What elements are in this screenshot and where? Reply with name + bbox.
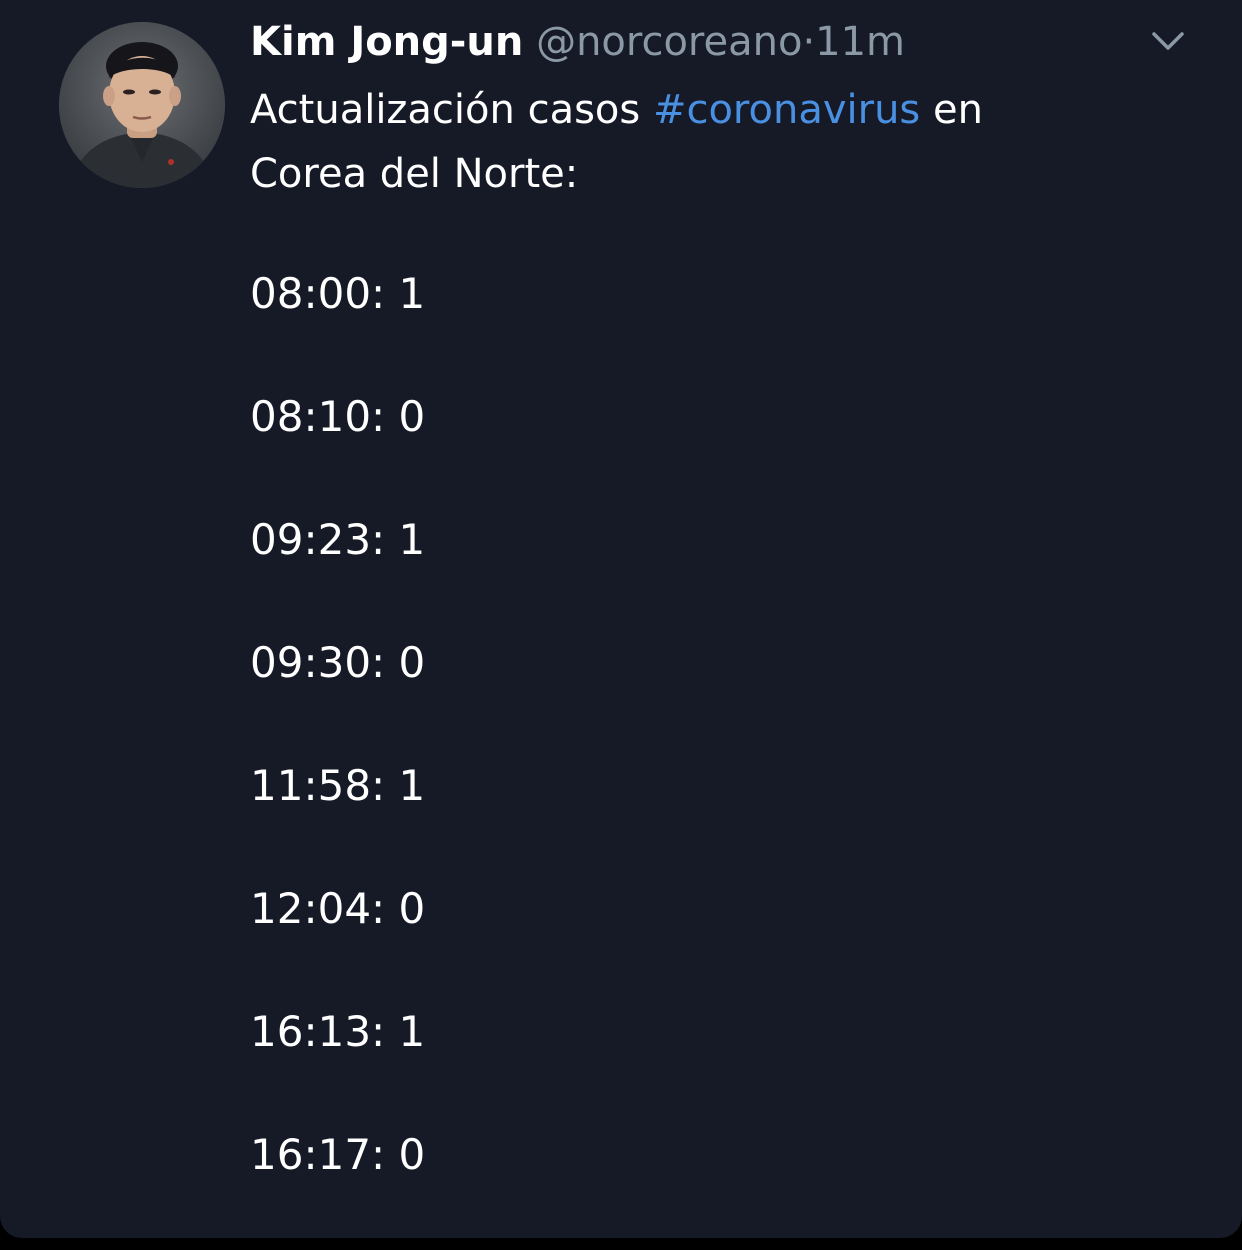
case-update: 09:23: 1 xyxy=(250,515,426,564)
chevron-down-icon[interactable] xyxy=(1148,26,1188,56)
header-separator: · xyxy=(802,19,816,65)
tweet-header: Kim Jong-un @norcoreano·11m xyxy=(250,14,1150,70)
tweet-text-line-2: Corea del Norte: xyxy=(250,151,579,197)
case-updates-list: 08:00: 1 08:10: 0 09:23: 1 09:30: 0 11:5… xyxy=(250,264,425,1238)
case-update: 16:17: 0 xyxy=(250,1130,426,1179)
tweet-text-line-1: Actualización casos #coronavirus en xyxy=(250,78,1150,142)
case-update: 09:30: 0 xyxy=(250,638,426,687)
tweet-text-before-hashtag: Actualización casos xyxy=(250,87,653,133)
case-update: 11:58: 1 xyxy=(250,761,426,810)
hashtag-link[interactable]: #coronavirus xyxy=(653,87,920,133)
case-update: 16:13: 1 xyxy=(250,1007,426,1056)
author-name[interactable]: Kim Jong-un xyxy=(250,19,523,65)
tweet-text-after-hashtag: en xyxy=(920,87,983,133)
case-update: 08:10: 0 xyxy=(250,392,426,441)
case-update: 08:00: 1 xyxy=(250,269,426,318)
tweet-content: Kim Jong-un @norcoreano·11m Actualizació… xyxy=(250,14,1150,206)
author-handle[interactable]: @norcoreano xyxy=(536,19,802,65)
tweet-card[interactable]: Kim Jong-un @norcoreano·11m Actualizació… xyxy=(0,0,1242,1238)
case-update: 12:04: 0 xyxy=(250,884,426,933)
tweet-timestamp[interactable]: 11m xyxy=(815,19,905,65)
avatar[interactable] xyxy=(59,22,225,188)
tweet-text: Actualización casos #coronavirus en Core… xyxy=(250,78,1150,206)
